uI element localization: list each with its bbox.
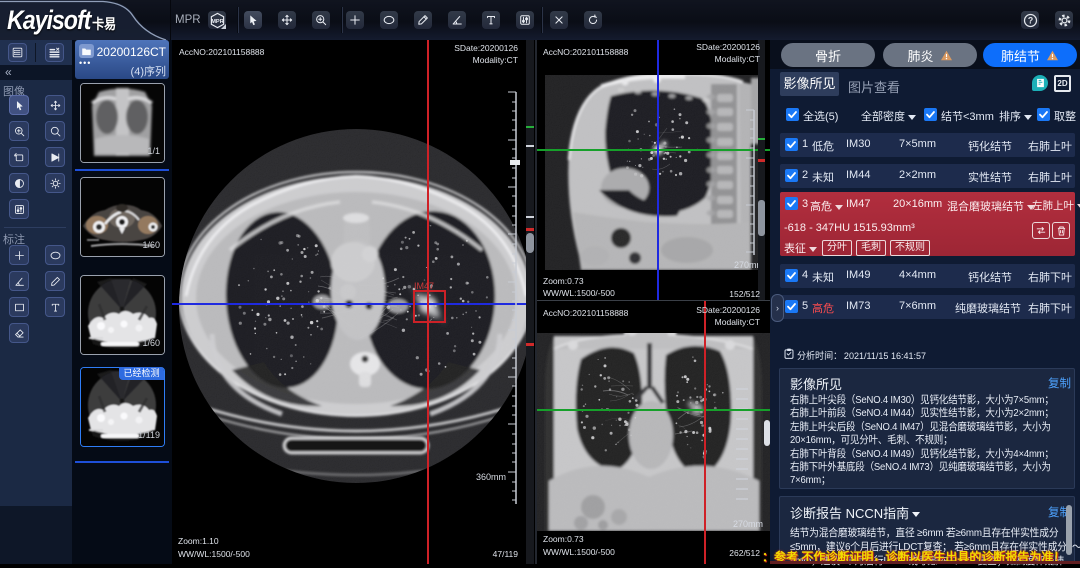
svg-text:?: ? [1027, 15, 1032, 25]
